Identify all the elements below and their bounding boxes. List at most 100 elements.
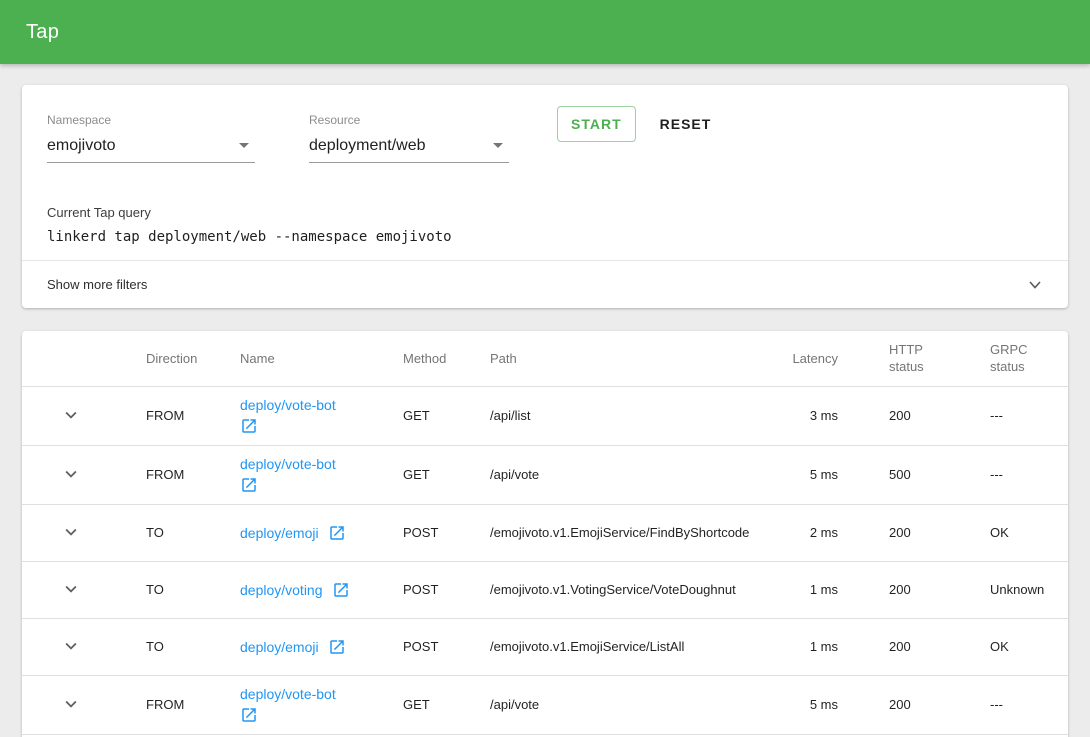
name-cell: deploy/emoji xyxy=(240,618,403,675)
direction-column-header: Direction xyxy=(146,331,240,386)
method-cell: GET xyxy=(403,445,490,504)
table-row: TO deploy/voting POST /emojivoto.v1.Voti… xyxy=(22,561,1068,618)
start-button[interactable]: START xyxy=(557,106,636,142)
tap-results-table: Direction Name Method Path Latency HTTP … xyxy=(22,331,1068,737)
resource-label: Resource xyxy=(309,113,509,127)
http-status-cell: 500 xyxy=(850,445,968,504)
chevron-down-icon xyxy=(60,693,82,715)
resource-link[interactable]: deploy/voting xyxy=(240,582,323,598)
reset-button[interactable]: RESET xyxy=(652,106,720,142)
method-cell: POST xyxy=(403,561,490,618)
grpc-status-cell: --- xyxy=(968,675,1068,734)
grpc-status-cell: Unknown xyxy=(968,561,1068,618)
resource-select[interactable]: deployment/web xyxy=(309,136,509,163)
latency-cell: 2 ms xyxy=(780,504,850,561)
resource-link[interactable]: deploy/vote-bot xyxy=(240,686,336,702)
http-status-cell: 200 xyxy=(850,618,968,675)
grpc-status-cell: OK xyxy=(968,618,1068,675)
chevron-down-icon xyxy=(1027,277,1043,293)
current-query-section: Current Tap query linkerd tap deployment… xyxy=(22,205,1068,245)
direction-cell: TO xyxy=(146,504,240,561)
resource-value: deployment/web xyxy=(309,136,426,155)
resource-link[interactable]: deploy/vote-bot xyxy=(240,397,336,413)
open-in-new-icon[interactable] xyxy=(240,706,390,724)
table-row: FROM deploy/vote-bot GET /api/vote 5 ms … xyxy=(22,445,1068,504)
chevron-down-icon xyxy=(60,521,82,543)
table-row: FROM deploy/vote-bot GET /api/vote 5 ms … xyxy=(22,675,1068,734)
http-status-cell: 200 xyxy=(850,504,968,561)
name-cell: deploy/emoji xyxy=(240,504,403,561)
grpc-status-cell: --- xyxy=(968,386,1068,445)
app-bar: Tap xyxy=(0,0,1090,64)
latency-column-header: Latency xyxy=(780,331,850,386)
page-body: Namespace emojivoto Resource deployment/… xyxy=(0,64,1090,737)
method-cell: POST xyxy=(403,618,490,675)
http-status-cell: 200 xyxy=(850,386,968,445)
expand-row-button[interactable] xyxy=(59,403,83,427)
namespace-label: Namespace xyxy=(47,113,255,127)
name-column-header: Name xyxy=(240,331,403,386)
open-in-new-icon[interactable] xyxy=(240,476,390,494)
grpc-status-cell: OK xyxy=(968,504,1068,561)
resource-field: Resource deployment/web xyxy=(309,113,509,163)
name-cell: deploy/vote-bot xyxy=(240,445,403,504)
method-cell: GET xyxy=(403,675,490,734)
method-cell: GET xyxy=(403,386,490,445)
expand-row-button[interactable] xyxy=(59,692,83,716)
query-command: linkerd tap deployment/web --namespace e… xyxy=(47,229,1043,245)
namespace-field: Namespace emojivoto xyxy=(47,113,255,163)
tap-filters-card: Namespace emojivoto Resource deployment/… xyxy=(22,85,1068,308)
direction-cell: FROM xyxy=(146,675,240,734)
show-more-filters-label: Show more filters xyxy=(47,277,147,292)
chevron-down-icon xyxy=(60,635,82,657)
caret-down-icon xyxy=(239,143,249,148)
direction-cell: FROM xyxy=(146,445,240,504)
http-status-cell: 200 xyxy=(850,561,968,618)
filters-row: Namespace emojivoto Resource deployment/… xyxy=(22,85,1068,163)
tap-results-card: Direction Name Method Path Latency HTTP … xyxy=(22,331,1068,737)
path-cell: /emojivoto.v1.VotingService/VoteDoughnut xyxy=(490,561,780,618)
path-cell: /emojivoto.v1.EmojiService/FindByShortco… xyxy=(490,504,780,561)
path-cell: /api/vote xyxy=(490,675,780,734)
method-cell: POST xyxy=(403,504,490,561)
resource-link[interactable]: deploy/vote-bot xyxy=(240,456,336,472)
resource-link[interactable]: deploy/emoji xyxy=(240,525,319,541)
open-in-new-icon[interactable] xyxy=(328,638,346,656)
expand-row-button[interactable] xyxy=(59,634,83,658)
table-row: TO deploy/emoji POST /emojivoto.v1.Emoji… xyxy=(22,504,1068,561)
path-cell: /emojivoto.v1.EmojiService/ListAll xyxy=(490,618,780,675)
expand-row-button[interactable] xyxy=(59,577,83,601)
path-column-header: Path xyxy=(490,331,780,386)
page-title: Tap xyxy=(26,21,59,44)
name-cell: deploy/vote-bot xyxy=(240,675,403,734)
query-label: Current Tap query xyxy=(47,205,1043,220)
grpc-status-column-header: GRPC status xyxy=(968,331,1068,386)
namespace-select[interactable]: emojivoto xyxy=(47,136,255,163)
expand-row-button[interactable] xyxy=(59,462,83,486)
path-cell: /api/vote xyxy=(490,445,780,504)
namespace-value: emojivoto xyxy=(47,136,115,155)
table-header-row: Direction Name Method Path Latency HTTP … xyxy=(22,331,1068,386)
table-row: FROM deploy/vote-bot GET /api/list 3 ms … xyxy=(22,386,1068,445)
direction-cell: FROM xyxy=(146,386,240,445)
http-status-column-header: HTTP status xyxy=(850,331,968,386)
latency-cell: 1 ms xyxy=(780,618,850,675)
open-in-new-icon[interactable] xyxy=(240,417,390,435)
name-cell: deploy/voting xyxy=(240,561,403,618)
show-more-filters-toggle[interactable]: Show more filters xyxy=(22,260,1068,308)
latency-cell: 5 ms xyxy=(780,445,850,504)
name-cell: deploy/vote-bot xyxy=(240,386,403,445)
open-in-new-icon[interactable] xyxy=(332,581,350,599)
http-status-cell: 200 xyxy=(850,675,968,734)
method-column-header: Method xyxy=(403,331,490,386)
grpc-status-cell: --- xyxy=(968,445,1068,504)
latency-cell: 3 ms xyxy=(780,386,850,445)
expand-column-header xyxy=(22,331,146,386)
chevron-down-icon xyxy=(60,404,82,426)
resource-link[interactable]: deploy/emoji xyxy=(240,639,319,655)
expand-row-button[interactable] xyxy=(59,520,83,544)
chevron-down-icon xyxy=(60,463,82,485)
direction-cell: TO xyxy=(146,561,240,618)
open-in-new-icon[interactable] xyxy=(328,524,346,542)
table-row: TO deploy/emoji POST /emojivoto.v1.Emoji… xyxy=(22,618,1068,675)
